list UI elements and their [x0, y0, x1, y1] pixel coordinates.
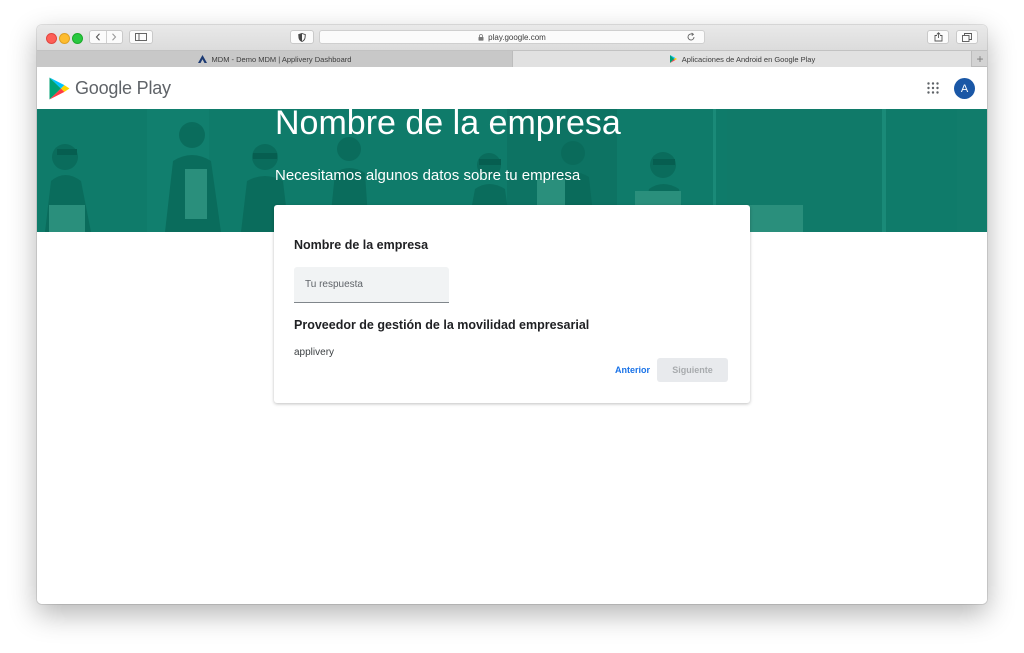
applivery-favicon [197, 55, 207, 63]
share-button[interactable] [927, 30, 949, 44]
tab-label: MDM - Demo MDM | Applivery Dashboard [211, 54, 352, 64]
shield-icon [298, 32, 306, 42]
google-play-favicon [669, 55, 677, 63]
chevron-right-icon [112, 33, 117, 41]
share-icon [934, 32, 942, 42]
google-play-logo-text: Google Play [75, 78, 171, 98]
browser-window: play.google.com MDM - Demo MDM | Applive… [37, 25, 987, 604]
company-name-question: Nombre de la empresa [294, 238, 429, 252]
banner-subtitle: Necesitamos algunos datos sobre tu empre… [275, 167, 581, 184]
chevron-left-icon [95, 33, 100, 41]
close-window-button[interactable] [46, 33, 57, 44]
apps-grid-icon[interactable] [927, 82, 939, 94]
address-bar[interactable]: play.google.com [319, 30, 705, 44]
tabs-overview-icon [962, 32, 972, 42]
next-button[interactable]: Siguiente [657, 358, 728, 382]
page-content: Google Play A Nombre de la empresa Neces… [37, 67, 987, 604]
sidebar-icon [135, 33, 147, 41]
nav-buttons [89, 30, 123, 44]
minimize-window-button[interactable] [59, 33, 70, 44]
google-play-logo-icon [49, 77, 70, 100]
emm-provider-value: applivery [294, 347, 335, 358]
emm-provider-question: Proveedor de gestión de la movilidad emp… [294, 318, 590, 332]
new-tab-button[interactable]: + [971, 51, 987, 67]
tab-label: Aplicaciones de Android en Google Play [681, 54, 816, 64]
banner-title: Nombre de la empresa [275, 109, 621, 142]
company-name-input[interactable] [294, 267, 449, 303]
url-text: play.google.com [488, 32, 546, 42]
form-card: Nombre de la empresa Proveedor de gestió… [274, 205, 750, 403]
privacy-report-button[interactable] [290, 30, 314, 44]
tab-applivery-dashboard[interactable]: MDM - Demo MDM | Applivery Dashboard [37, 51, 512, 67]
tab-overview-button[interactable] [956, 30, 978, 44]
tab-google-play[interactable]: Aplicaciones de Android en Google Play [512, 51, 972, 67]
google-play-logo[interactable]: Google Play [49, 77, 171, 100]
reload-icon[interactable] [686, 32, 696, 42]
browser-toolbar: play.google.com [37, 25, 987, 50]
google-play-header: Google Play A [37, 67, 987, 109]
sidebar-toggle-button[interactable] [129, 30, 153, 44]
tab-strip: MDM - Demo MDM | Applivery Dashboard Apl… [37, 50, 987, 67]
zoom-window-button[interactable] [72, 33, 83, 44]
account-avatar[interactable]: A [954, 78, 975, 99]
previous-button[interactable]: Anterior [608, 358, 657, 382]
back-button[interactable] [90, 31, 106, 43]
lock-icon [478, 33, 484, 41]
forward-button[interactable] [105, 31, 123, 43]
